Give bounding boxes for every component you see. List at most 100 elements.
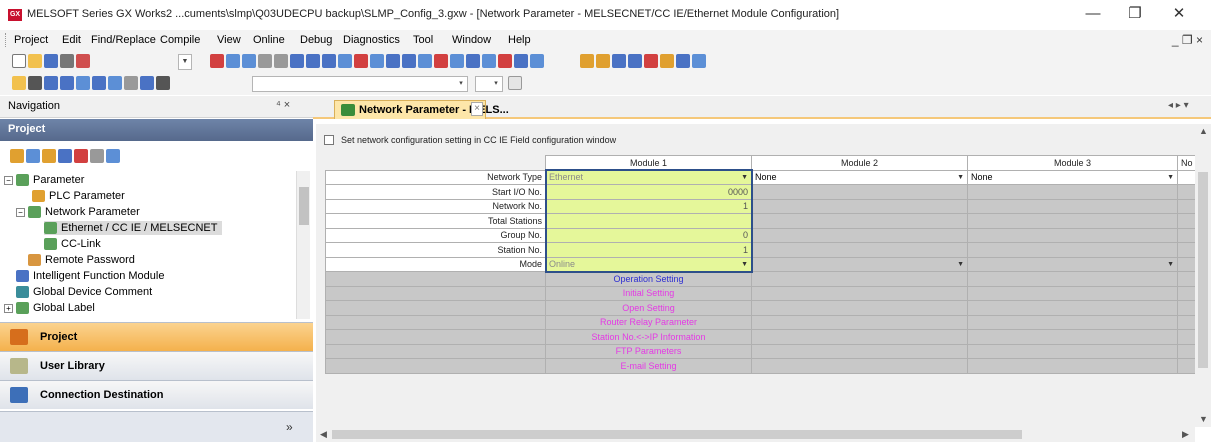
vertical-scrollbar[interactable]: ▲ ▼	[1195, 124, 1211, 427]
cc-ie-field-checkbox-label: Set network configuration setting in CC …	[341, 135, 617, 145]
nav-button-connection-destination[interactable]: Connection Destination	[0, 380, 313, 409]
mode-module2[interactable]: ▼	[751, 256, 968, 272]
tab-navigation-arrows[interactable]: ◂ ▸ ▾	[1168, 100, 1189, 111]
ftp-parameters-button[interactable]: FTP Parameters	[545, 343, 752, 359]
scroll-down-icon[interactable]: ▼	[1199, 414, 1208, 424]
tree-item-global-label[interactable]: + Global Label	[4, 301, 95, 315]
network-icon	[44, 222, 57, 234]
open-setting-button[interactable]: Open Setting	[545, 300, 752, 316]
menu-find-replace[interactable]: Find/Replace	[91, 34, 156, 46]
scroll-up-icon[interactable]: ▲	[1199, 126, 1208, 136]
network-icon	[28, 206, 41, 218]
menu-view[interactable]: View	[217, 34, 241, 46]
network-icon	[44, 238, 57, 250]
toolbar-dropdown[interactable]: ▼	[178, 54, 192, 70]
scroll-right-icon[interactable]: ▶	[1182, 429, 1189, 440]
menu-diagnostics[interactable]: Diagnostics	[343, 34, 400, 46]
tree-scrollbar[interactable]	[296, 171, 310, 319]
close-button[interactable]: ✕	[1164, 4, 1194, 26]
network-no-module1[interactable]: 1	[545, 198, 752, 214]
network-icon	[341, 104, 355, 116]
tree-item-network-parameter[interactable]: − Network Parameter	[16, 205, 140, 219]
file-toolbar-icons[interactable]	[12, 54, 90, 70]
station-ip-information-button[interactable]: Station No.<->IP Information	[545, 329, 752, 345]
tree-item-parameter[interactable]: − Parameter	[4, 173, 84, 187]
row-label-empty	[325, 343, 546, 359]
station-no-module1[interactable]: 1	[545, 242, 752, 258]
network-type-module1[interactable]: Ethernet ▼	[545, 169, 752, 185]
zoom-combo[interactable]: ▾	[475, 76, 503, 92]
horizontal-scrollbar[interactable]: ◀ ▶	[316, 427, 1195, 442]
tree-item-label: Ethernet / CC IE / MELSECNET	[61, 222, 218, 234]
close-tab-icon[interactable]: ×	[471, 102, 483, 116]
pin-close-icon[interactable]: ⁴ ×	[276, 99, 290, 111]
group-no-module1[interactable]: 0	[545, 227, 752, 243]
tree-item-label: CC-Link	[61, 238, 101, 250]
table-row: E-mail Setting	[325, 358, 1197, 374]
more-buttons-icon[interactable]: »	[286, 420, 293, 434]
column-header: Module 2	[751, 155, 968, 171]
expand-icon[interactable]: +	[4, 303, 13, 313]
group-no-module4	[1177, 227, 1197, 243]
chevron-down-icon[interactable]: ▼	[957, 261, 964, 268]
router-relay-parameter-button[interactable]: Router Relay Parameter	[545, 314, 752, 330]
collapse-icon[interactable]: −	[16, 207, 25, 217]
cell-value: Online	[549, 259, 576, 270]
network-type-module3[interactable]: None ▼	[967, 169, 1178, 185]
menu-project[interactable]: Project	[14, 34, 48, 46]
cc-ie-field-checkbox[interactable]	[324, 135, 334, 145]
scroll-thumb[interactable]	[1198, 172, 1208, 368]
scroll-thumb[interactable]	[332, 430, 1022, 439]
tree-item-remote-password[interactable]: Remote Password	[28, 253, 135, 267]
menu-window[interactable]: Window	[452, 34, 491, 46]
program-toolbar-icons[interactable]	[580, 54, 706, 70]
search-toolbar-icons[interactable]	[508, 76, 522, 92]
tab-network-parameter[interactable]: Network Parameter - MELS... ×	[334, 100, 509, 119]
menu-debug[interactable]: Debug	[300, 34, 332, 46]
tree-item-cc-link[interactable]: CC-Link	[44, 237, 101, 251]
nav-button-project[interactable]: Project	[0, 322, 313, 351]
minimize-button[interactable]: —	[1078, 4, 1108, 26]
menu-online[interactable]: Online	[253, 34, 285, 46]
chevron-down-icon[interactable]: ▼	[1167, 261, 1174, 268]
row-label: Total Stations	[325, 213, 546, 229]
start-io-module1[interactable]: 0000	[545, 184, 752, 200]
total-stations-module1[interactable]	[545, 213, 752, 229]
menu-edit[interactable]: Edit	[62, 34, 81, 46]
chevron-down-icon[interactable]: ▼	[957, 174, 964, 181]
network-type-module2[interactable]: None ▼	[751, 169, 968, 185]
restore-button[interactable]: ❐	[1120, 4, 1150, 26]
mdi-window-controls[interactable]: _ ❐ ×	[1172, 33, 1203, 47]
network-type-module4[interactable]	[1177, 169, 1197, 185]
navigation-toolbar-icons[interactable]	[10, 149, 120, 165]
row-label: Mode	[325, 256, 546, 272]
operation-setting-button[interactable]: Operation Setting	[545, 271, 752, 287]
nav-button-user-library[interactable]: User Library	[0, 351, 313, 380]
menu-compile[interactable]: Compile	[160, 34, 200, 46]
table-row: Start I/O No. 0000	[325, 184, 1197, 200]
initial-setting-button[interactable]: Initial Setting	[545, 285, 752, 301]
edit-toolbar-icons[interactable]	[210, 54, 544, 70]
program-select-combo[interactable]: ▾	[252, 76, 468, 92]
menu-help[interactable]: Help	[508, 34, 531, 46]
mode-module3[interactable]: ▼	[967, 256, 1178, 272]
tree-item-intelligent-function-module[interactable]: Intelligent Function Module	[16, 269, 164, 283]
chevron-down-icon[interactable]: ▼	[741, 261, 748, 268]
menu-tool[interactable]: Tool	[413, 34, 433, 46]
label-icon	[16, 302, 29, 314]
collapse-icon[interactable]: −	[4, 175, 13, 185]
view-toolbar-icons[interactable]	[12, 76, 170, 92]
tree-item-plc-parameter[interactable]: PLC Parameter	[32, 189, 125, 203]
email-setting-button[interactable]: E-mail Setting	[545, 358, 752, 374]
empty-cell	[1177, 329, 1197, 345]
tree-item-ethernet-cc-ie-melsecnet[interactable]: Ethernet / CC IE / MELSECNET	[44, 221, 222, 235]
chevron-down-icon[interactable]: ▼	[1167, 174, 1174, 181]
empty-cell	[967, 343, 1178, 359]
scroll-left-icon[interactable]: ◀	[320, 429, 327, 440]
project-tree[interactable]: − Parameter PLC Parameter − Network Para…	[0, 171, 296, 319]
mode-module1[interactable]: Online ▼	[545, 256, 752, 272]
tree-item-global-device-comment[interactable]: Global Device Comment	[16, 285, 152, 299]
chevron-down-icon[interactable]: ▼	[741, 174, 748, 181]
navigation-section-bar: Project	[0, 119, 313, 141]
empty-cell	[1177, 271, 1197, 287]
